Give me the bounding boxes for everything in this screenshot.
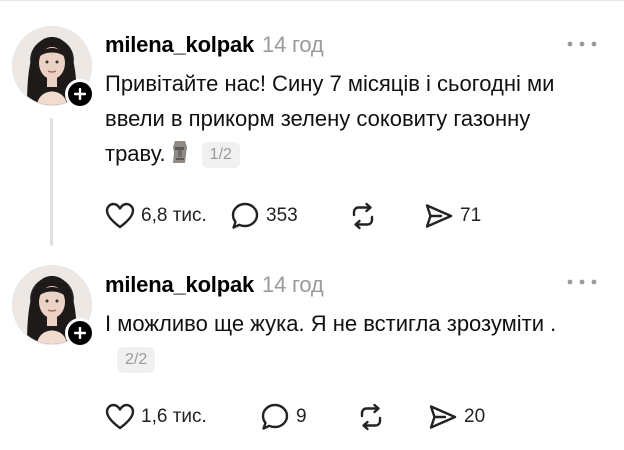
heart-icon [105,403,135,430]
share-button[interactable]: 71 [424,202,481,230]
plus-icon [74,327,86,339]
username-link[interactable]: milena_kolpak [105,272,254,297]
like-count: 1,6 тис. [141,406,207,427]
follow-button[interactable] [65,79,95,109]
post-header: milena_kolpak 14 год [105,272,324,298]
like-count: 6,8 тис. [141,205,207,226]
post-text: І можливо ще жука. Я не встигла зрозуміт… [105,311,557,336]
post-text-container: І можливо ще жука. Я не встигла зрозуміт… [105,306,575,376]
comment-bubble-icon [231,202,259,229]
comment-bubble-icon [261,403,289,430]
repost-arrows-icon [360,403,382,431]
thread-post: milena_kolpak 14 год І можливо ще жука. Я… [0,262,624,450]
post-time: 14 год [262,32,324,57]
thread-pager: 1/2 [201,142,240,168]
post-text-container: Привітайте нас! Сину 7 місяців і сьогодн… [105,66,575,175]
like-button[interactable]: 1,6 тис. [105,403,260,431]
share-count: 20 [464,406,486,427]
plus-icon [74,88,86,100]
post-time: 14 год [262,272,324,297]
avatar-container[interactable] [12,26,95,109]
repost-button[interactable] [356,402,428,432]
repost-arrows-icon [352,202,374,230]
moai-icon [170,139,190,175]
share-button[interactable]: 20 [428,403,485,431]
thread-line [50,118,53,246]
send-icon [429,405,457,429]
more-dots-icon[interactable] [564,36,600,52]
send-icon [425,204,453,228]
reply-button[interactable]: 353 [230,201,348,231]
reply-count: 353 [266,205,298,226]
repost-button[interactable] [348,201,424,231]
reply-count: 9 [296,406,307,427]
post-actions: 6,8 тис. 353 71 [105,201,481,231]
username-link[interactable]: milena_kolpak [105,32,254,57]
avatar-container[interactable] [12,265,95,348]
more-dots-icon[interactable] [564,274,600,290]
follow-button[interactable] [65,318,95,348]
thread-pager: 2/2 [117,347,156,373]
thread-post: milena_kolpak 14 год Привітайте нас! Сину… [0,0,624,262]
share-count: 71 [460,205,482,226]
post-actions: 1,6 тис. 9 20 [105,402,485,432]
post-header: milena_kolpak 14 год [105,32,324,58]
reply-button[interactable]: 9 [260,402,356,432]
heart-icon [105,202,135,229]
like-button[interactable]: 6,8 тис. [105,202,230,230]
